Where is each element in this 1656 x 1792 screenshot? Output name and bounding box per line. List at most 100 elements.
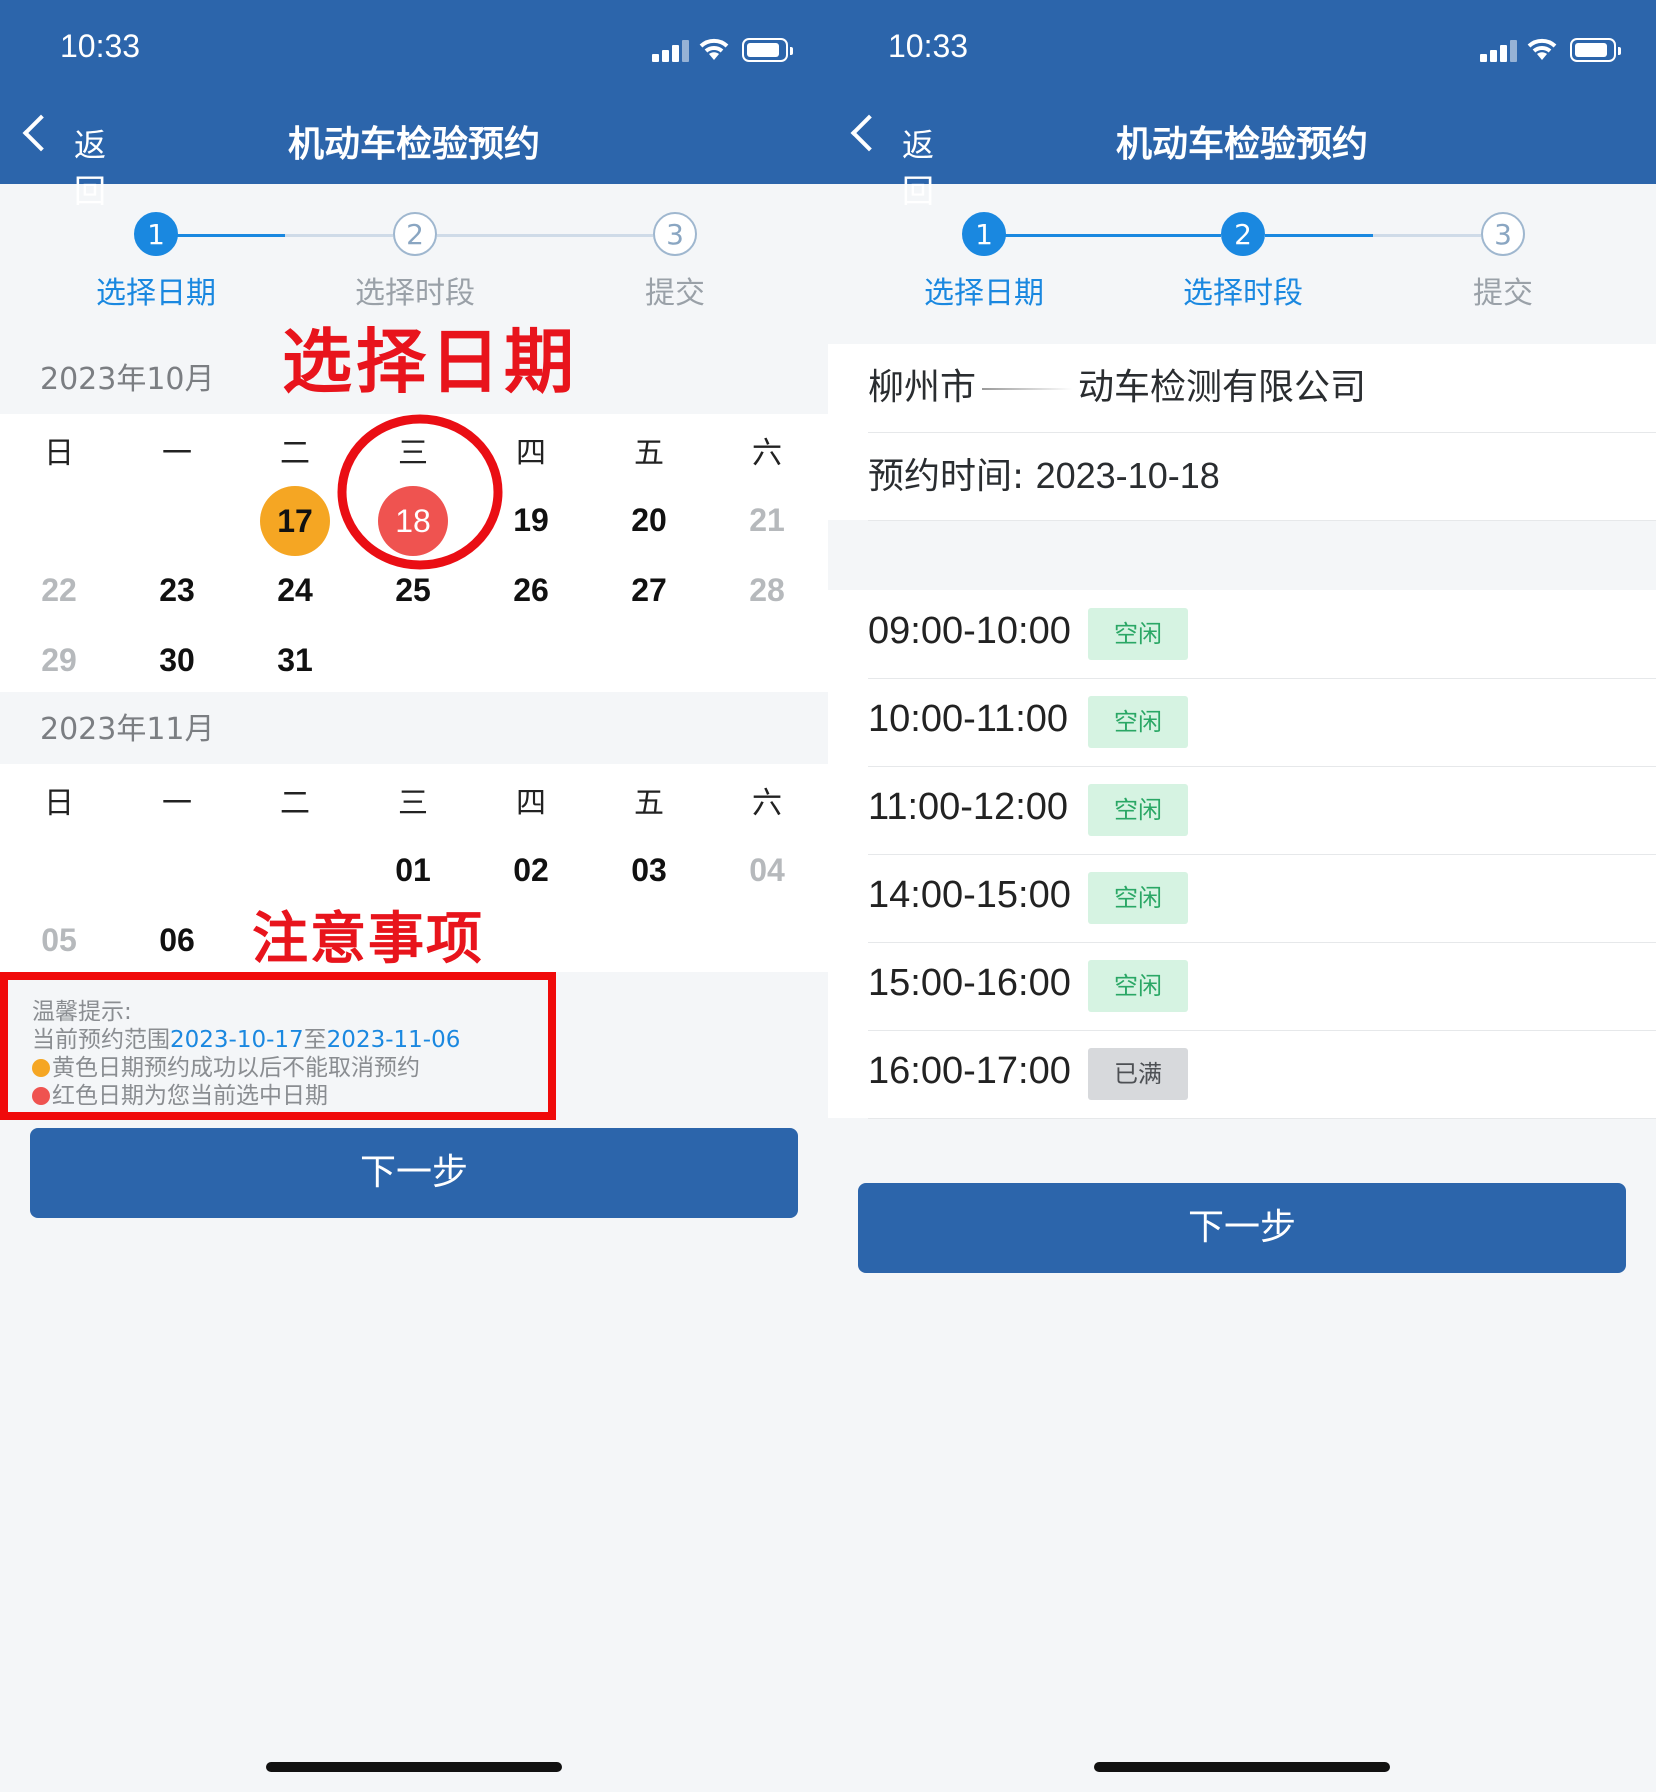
tips-range: 当前预约范围2023-10-17至2023-11-06 (32, 1026, 548, 1054)
time-slot-row: 16:00-17:00 已满 (868, 1030, 1656, 1119)
home-indicator (266, 1762, 562, 1772)
calendar-day[interactable]: 31 (236, 642, 354, 679)
annotation-notes: 注意事项 (252, 907, 484, 972)
calendar-day[interactable]: 02 (472, 852, 590, 889)
right-screen: 10:33 返回 机动车检验预约 1 选择日期 2 选择时段 3 提交 柳州市动 (828, 0, 1656, 1792)
calendar-day: 21 (749, 502, 785, 538)
calendar-day[interactable]: 30 (118, 642, 236, 679)
left-screen: 10:33 返回 机动车检验预约 1 选择日期 2 选择时段 3 提交 选择日期… (0, 0, 828, 1792)
weekday-header: 日 (44, 436, 74, 471)
calendar-day: 04 (749, 852, 785, 888)
status-badge: 空闲 (1088, 872, 1188, 924)
status-time: 10:33 (888, 28, 969, 64)
red-dot-icon (32, 1087, 50, 1105)
battery-icon (742, 38, 793, 62)
wifi-icon (1527, 38, 1557, 60)
step-3: 3 提交 (1403, 212, 1603, 312)
appointment-date-row: 预约时间: 2023-10-18 (868, 432, 1656, 521)
appointment-label: 预约时间: (868, 456, 1025, 497)
battery-icon (1570, 38, 1621, 62)
step-3-number: 3 (653, 212, 697, 256)
calendar-day[interactable]: 25 (354, 572, 472, 609)
time-slot-row[interactable]: 10:00-11:00 空闲 (868, 678, 1656, 767)
signal-icon (652, 38, 692, 62)
company-prefix: 柳州市 (868, 367, 977, 408)
time-slot-row[interactable]: 11:00-12:00 空闲 (868, 766, 1656, 855)
calendar-day[interactable]: 03 (590, 852, 708, 889)
step-1: 1 选择日期 (884, 212, 1084, 312)
header-bar: 10:33 返回 机动车检验预约 (0, 0, 828, 210)
tips-yellow-note: 黄色日期预约成功以后不能取消预约 (32, 1054, 548, 1082)
step-1-label: 选择日期 (96, 276, 216, 311)
time-slot-time: 14:00-15:00 (868, 874, 1071, 916)
calendar-day: 28 (749, 572, 785, 608)
redaction-stroke (982, 388, 1073, 390)
step-2-label: 选择时段 (1183, 276, 1303, 311)
status-badge: 空闲 (1088, 696, 1188, 748)
wifi-icon (699, 38, 729, 60)
tips-box: 温馨提示: 当前预约范围2023-10-17至2023-11-06 黄色日期预约… (0, 972, 556, 1120)
calendar-day[interactable]: 24 (236, 572, 354, 609)
weekday-header: 六 (752, 786, 782, 821)
tips-yellow-text: 黄色日期预约成功以后不能取消预约 (52, 1055, 420, 1081)
weekday-header: 五 (634, 436, 664, 471)
calendar-day: 05 (41, 922, 77, 958)
step-3-label: 提交 (1473, 276, 1533, 311)
annotation-circle (337, 414, 503, 570)
calendar-day: 29 (41, 642, 77, 678)
company-row: 柳州市 动车检测有限公司 (868, 344, 1656, 433)
step-indicator: 1 选择日期 2 选择时段 3 提交 (0, 184, 828, 324)
calendar-day[interactable]: 01 (354, 852, 472, 889)
step-1-label: 选择日期 (924, 276, 1044, 311)
time-slot-row[interactable]: 09:00-10:00 空闲 (868, 590, 1656, 679)
step-2: 2 选择时段 (1143, 212, 1343, 312)
calendar-day[interactable]: 27 (590, 572, 708, 609)
calendar-day[interactable]: 20 (590, 502, 708, 539)
next-button[interactable]: 下一步 (30, 1128, 798, 1218)
step-2-number: 2 (1221, 212, 1265, 256)
calendar-day[interactable]: 06 (118, 922, 236, 959)
next-button[interactable]: 下一步 (858, 1183, 1626, 1273)
step-3-number: 3 (1481, 212, 1525, 256)
company-suffix: 动车检测有限公司 (1078, 367, 1367, 408)
calendar-day: 22 (41, 572, 77, 608)
tips-range-prefix: 当前预约范围 (32, 1027, 170, 1053)
weekday-header: 日 (44, 786, 74, 821)
page-title: 机动车检验预约 (1115, 124, 1368, 165)
time-slot-row[interactable]: 14:00-15:00 空闲 (868, 854, 1656, 943)
tips-range-start: 2023-10-17 (170, 1027, 304, 1053)
step-2-number: 2 (393, 212, 437, 256)
time-slot-row[interactable]: 15:00-16:00 空闲 (868, 942, 1656, 1031)
tips-heading: 温馨提示: (32, 999, 132, 1025)
step-2: 2 选择时段 (315, 212, 515, 312)
weekday-header: 四 (516, 786, 546, 821)
calendar-day-today[interactable]: 17 (260, 486, 330, 556)
time-slot-time: 10:00-11:00 (868, 698, 1069, 740)
calendar-day[interactable]: 23 (118, 572, 236, 609)
step-1: 1 选择日期 (56, 212, 256, 312)
signal-icon (1480, 38, 1520, 62)
step-indicator: 1 选择日期 2 选择时段 3 提交 (828, 184, 1656, 324)
time-slot-time: 09:00-10:00 (868, 610, 1071, 652)
step-3-label: 提交 (645, 276, 705, 311)
time-slot-time: 16:00-17:00 (868, 1050, 1071, 1092)
calendar-day[interactable]: 26 (472, 572, 590, 609)
status-badge: 空闲 (1088, 608, 1188, 660)
weekday-header: 二 (280, 786, 310, 821)
status-time: 10:33 (60, 28, 141, 64)
weekday-header: 五 (634, 786, 664, 821)
step-3: 3 提交 (575, 212, 775, 312)
status-badge: 已满 (1088, 1048, 1188, 1100)
yellow-dot-icon (32, 1059, 50, 1077)
weekday-header: 一 (162, 436, 192, 471)
tips-red-note: 红色日期为您当前选中日期 (32, 1082, 548, 1110)
weekday-header: 六 (752, 436, 782, 471)
appointment-info: 柳州市 动车检测有限公司 预约时间: 2023-10-18 (828, 344, 1656, 521)
page-title: 机动车检验预约 (287, 124, 540, 165)
step-1-number: 1 (134, 212, 178, 256)
time-slot-list: 09:00-10:00 空闲 10:00-11:00 空闲 11:00-12:00 空闲 1… (828, 590, 1656, 1119)
tips-range-end: 2023-11-06 (326, 1027, 461, 1053)
weekday-header: 三 (398, 786, 428, 821)
step-1-number: 1 (962, 212, 1006, 256)
status-badge: 空闲 (1088, 784, 1188, 836)
